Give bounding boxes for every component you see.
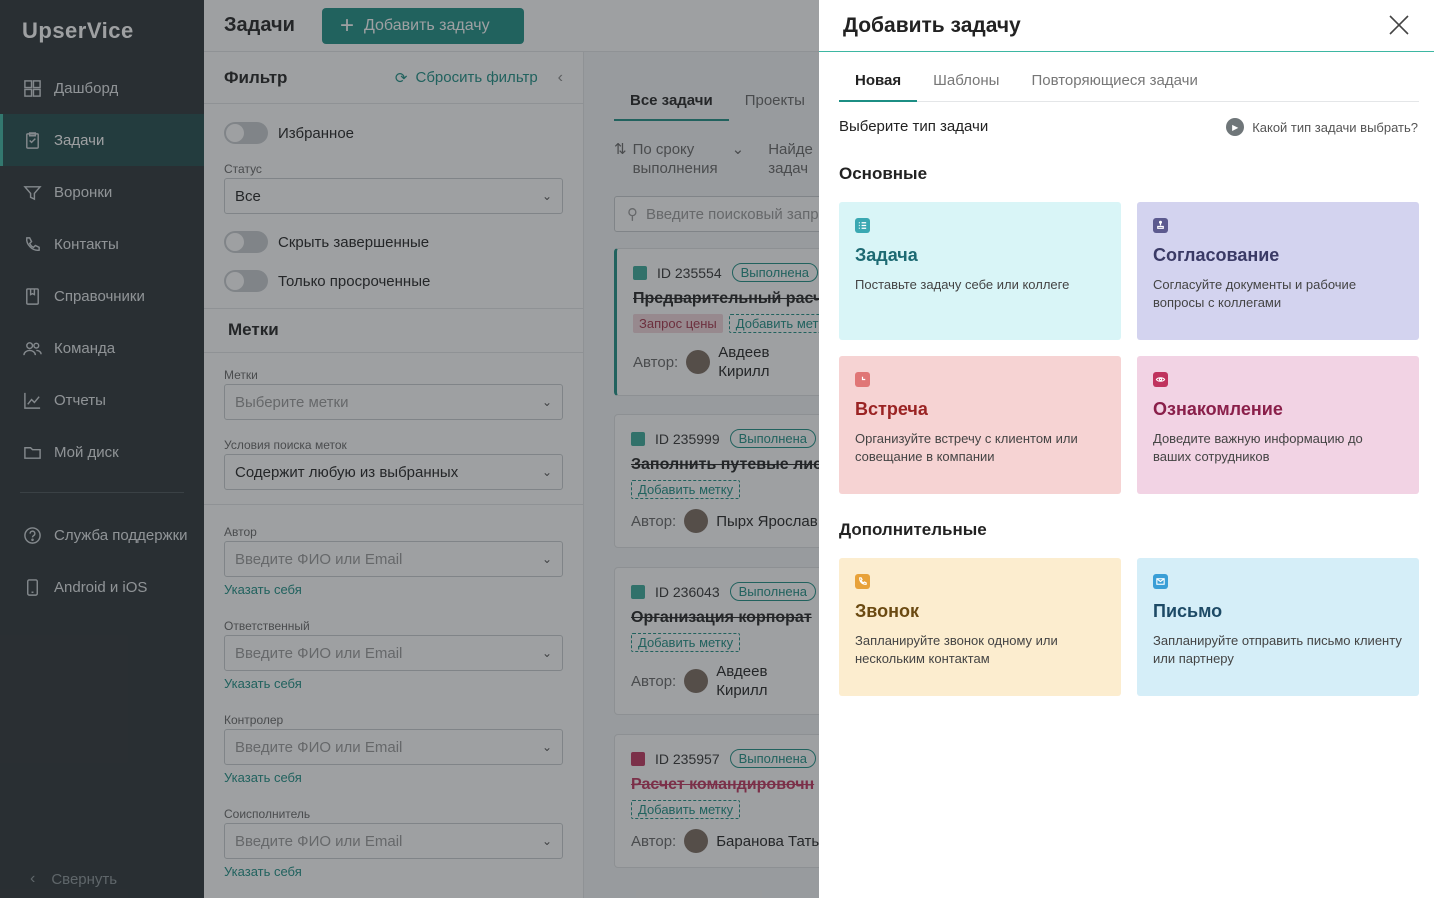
type-title: Задача	[855, 245, 918, 265]
type-description: Запланируйте отправить письмо клиенту ил…	[1153, 633, 1402, 666]
type-description: Доведите важную информацию до ваших сотр…	[1153, 431, 1363, 464]
tab-recurring[interactable]: Повторяющиеся задачи	[1015, 62, 1213, 102]
type-card-email[interactable]: Письмо Запланируйте отправить письмо кли…	[1137, 558, 1419, 696]
help-link-label: Какой тип задачи выбрать?	[1252, 119, 1418, 135]
tab-new[interactable]: Новая	[839, 62, 918, 102]
task-list-icon	[855, 218, 870, 233]
type-card-acknowledgement[interactable]: Ознакомление Доведите важную информацию …	[1137, 356, 1419, 494]
type-card-task[interactable]: Задача Поставьте задачу себе или коллеге	[839, 202, 1121, 340]
type-title: Ознакомление	[1153, 399, 1283, 419]
help-which-type-link[interactable]: ▶ Какой тип задачи выбрать?	[1226, 118, 1418, 136]
close-button[interactable]	[1386, 12, 1412, 38]
type-card-call[interactable]: Звонок Запланируйте звонок одному или не…	[839, 558, 1121, 696]
drawer-tabs: Новая Шаблоны Повторяющиеся задачи	[839, 62, 1419, 102]
type-title: Письмо	[1153, 601, 1223, 621]
type-title: Встреча	[855, 399, 928, 419]
add-task-drawer: Добавить задачу Новая Шаблоны Повторяющи…	[819, 0, 1434, 898]
stamp-icon	[1153, 218, 1168, 233]
type-description: Запланируйте звонок одному или нескольки…	[855, 633, 1058, 666]
choose-type-label: Выберите тип задачи	[839, 118, 989, 135]
mail-icon	[1153, 574, 1168, 589]
play-icon: ▶	[1226, 118, 1245, 136]
type-description: Организуйте встречу с клиентом или совещ…	[855, 431, 1078, 464]
type-card-approval[interactable]: Согласование Согласуйте документы и рабо…	[1137, 202, 1419, 340]
drawer-title: Добавить задачу	[843, 13, 1021, 37]
drawer-header: Добавить задачу	[819, 0, 1434, 52]
extra-group-title: Дополнительные	[839, 520, 987, 539]
type-title: Согласование	[1153, 245, 1280, 265]
type-description: Поставьте задачу себе или коллеге	[855, 277, 1070, 292]
eye-icon	[1153, 372, 1168, 387]
type-card-meeting[interactable]: Встреча Организуйте встречу с клиентом и…	[839, 356, 1121, 494]
type-title: Звонок	[855, 601, 919, 621]
tab-templates[interactable]: Шаблоны	[917, 62, 1015, 102]
clock-icon	[855, 372, 870, 387]
phone-icon	[855, 574, 870, 589]
type-description: Согласуйте документы и рабочие вопросы с…	[1153, 277, 1357, 310]
close-icon	[1389, 15, 1409, 35]
main-group-title: Основные	[839, 164, 928, 183]
